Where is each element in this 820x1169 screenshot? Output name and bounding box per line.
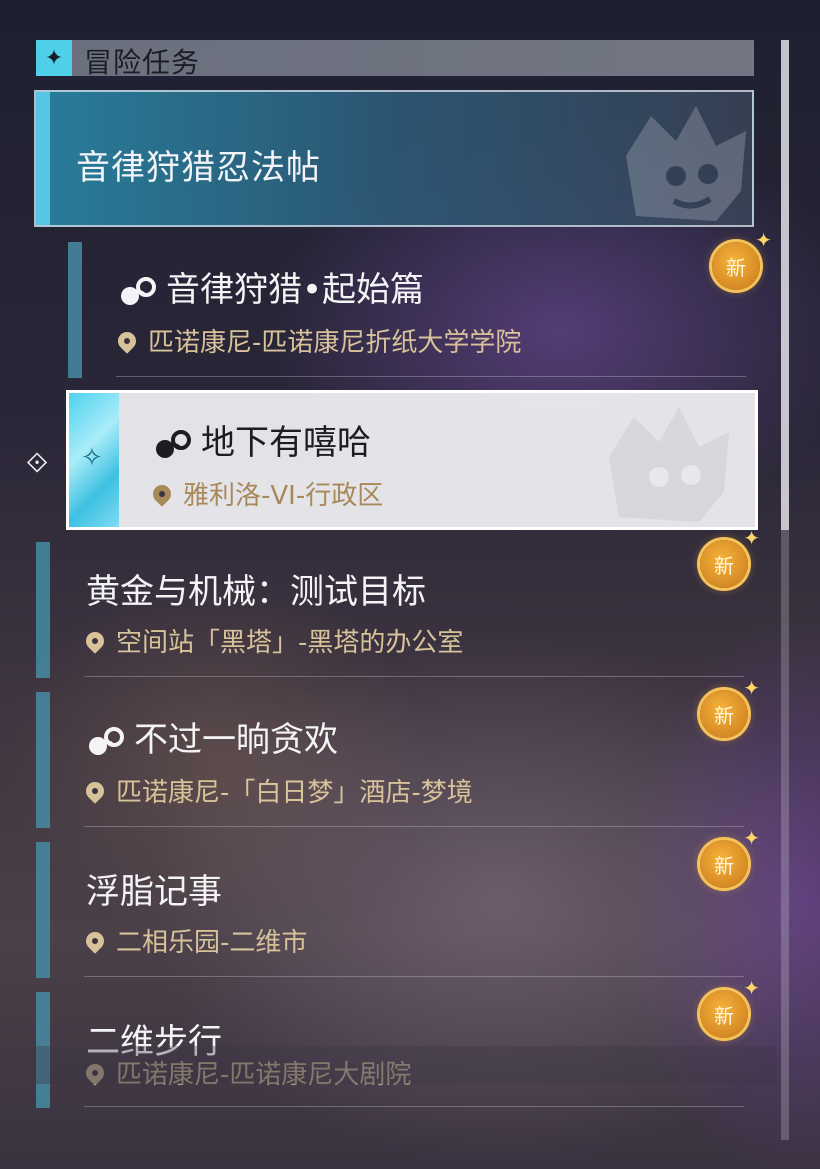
scrollbar[interactable] [781,40,789,1140]
section-title: 冒险任务 [84,46,201,79]
diamond-star-icon: ✦ [36,40,72,76]
new-badge: 新 [700,826,760,888]
selection-pointer-icon: ⟐ [26,446,49,479]
divider [84,826,744,827]
new-badge: 新 [700,526,760,588]
selected-strip: ✧ [69,393,119,527]
quest-item[interactable]: 浮脂记事 二相乐园-二维市 新 [36,826,760,978]
quest-item[interactable]: 黄金与机械：测试目标 空间站「黑塔」-黑塔的办公室 新 [36,526,760,678]
quest-location-text: 空间站「黑塔」-黑塔的办公室 [116,628,464,658]
quest-title: 音律狩猎•起始篇 [166,270,425,310]
location-pin-icon [82,777,108,804]
divider [84,976,744,977]
quest-location: 匹诺康尼-匹诺康尼折纸大学学院 [114,322,522,359]
section-header: ✦ 冒险任务 [36,40,754,79]
quest-item[interactable]: 音律狩猎•起始篇 匹诺康尼-匹诺康尼折纸大学学院 新 [68,228,772,378]
quest-title-row: 地下有嘻哈 [153,415,371,464]
quest-accent-bar [36,692,50,828]
quest-title-row: 不过一晌贪欢 [86,712,338,761]
quest-accent-bar [68,242,82,378]
quest-type-icon [89,726,124,755]
location-pin-icon [149,480,175,507]
quest-location: 二相乐园-二维市 [82,922,308,959]
quest-type-icon [156,429,191,458]
quest-title: 地下有嘻哈 [201,423,371,463]
quest-title: 浮脂记事 [86,872,222,912]
quest-accent-bar [36,542,50,678]
location-pin-icon [82,927,108,954]
quest-location: 空间站「黑塔」-黑塔的办公室 [82,622,464,659]
category-title: 音律狩猎忍法帖 [76,148,321,188]
quest-location: 匹诺康尼-「白日梦」酒店-梦境 [82,772,473,809]
location-pin-icon [82,627,108,654]
quest-type-icon [121,276,156,305]
quest-location: 雅利洛-VI-行政区 [149,475,384,512]
quest-title: 不过一晌贪欢 [134,720,338,760]
new-badge: 新 [712,228,772,290]
diamond-star-icon: ✧ [81,443,103,473]
quest-location-text: 二相乐园-二维市 [116,928,308,958]
category-accent-bar [36,92,50,225]
quest-item[interactable]: 不过一晌贪欢 匹诺康尼-「白日梦」酒店-梦境 新 [36,676,760,828]
location-pin-icon [114,327,140,354]
scroll-transition-overlay [36,1046,776,1084]
divider [84,1106,744,1107]
scrollbar-thumb[interactable] [781,40,789,530]
quest-location-text: 雅利洛-VI-行政区 [183,481,384,511]
mascot-emblem-icon [609,407,729,522]
category-header[interactable]: 音律狩猎忍法帖 [34,90,754,227]
new-badge: 新 [700,676,760,738]
quest-title-row: 音律狩猎•起始篇 [118,262,424,311]
quest-location-text: 匹诺康尼-「白日梦」酒店-梦境 [116,778,473,808]
new-badge: 新 [700,976,760,1038]
quest-location-text: 匹诺康尼-匹诺康尼折纸大学学院 [148,328,522,358]
quest-item-selected[interactable]: ✧ 地下有嘻哈 雅利洛-VI-行政区 [66,390,758,530]
divider [116,376,746,377]
divider [84,676,744,677]
quest-title: 黄金与机械：测试目标 [86,572,426,612]
quest-accent-bar [36,842,50,978]
mascot-emblem-icon [626,106,746,221]
